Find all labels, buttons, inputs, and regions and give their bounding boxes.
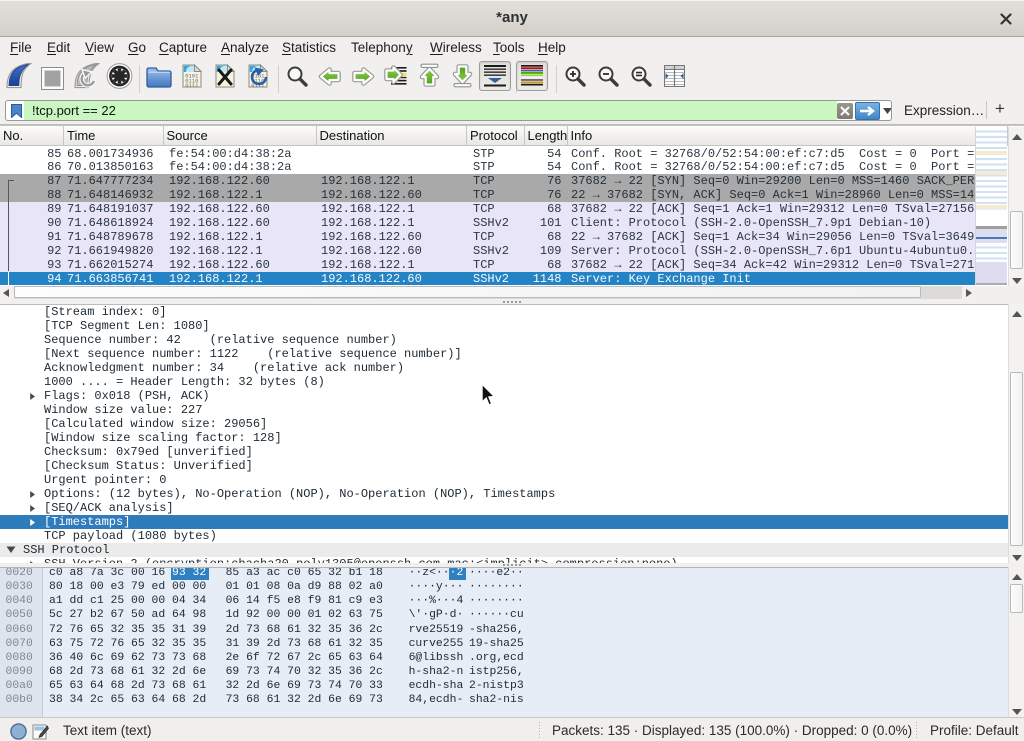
svg-text:0111: 0111 — [185, 82, 199, 88]
